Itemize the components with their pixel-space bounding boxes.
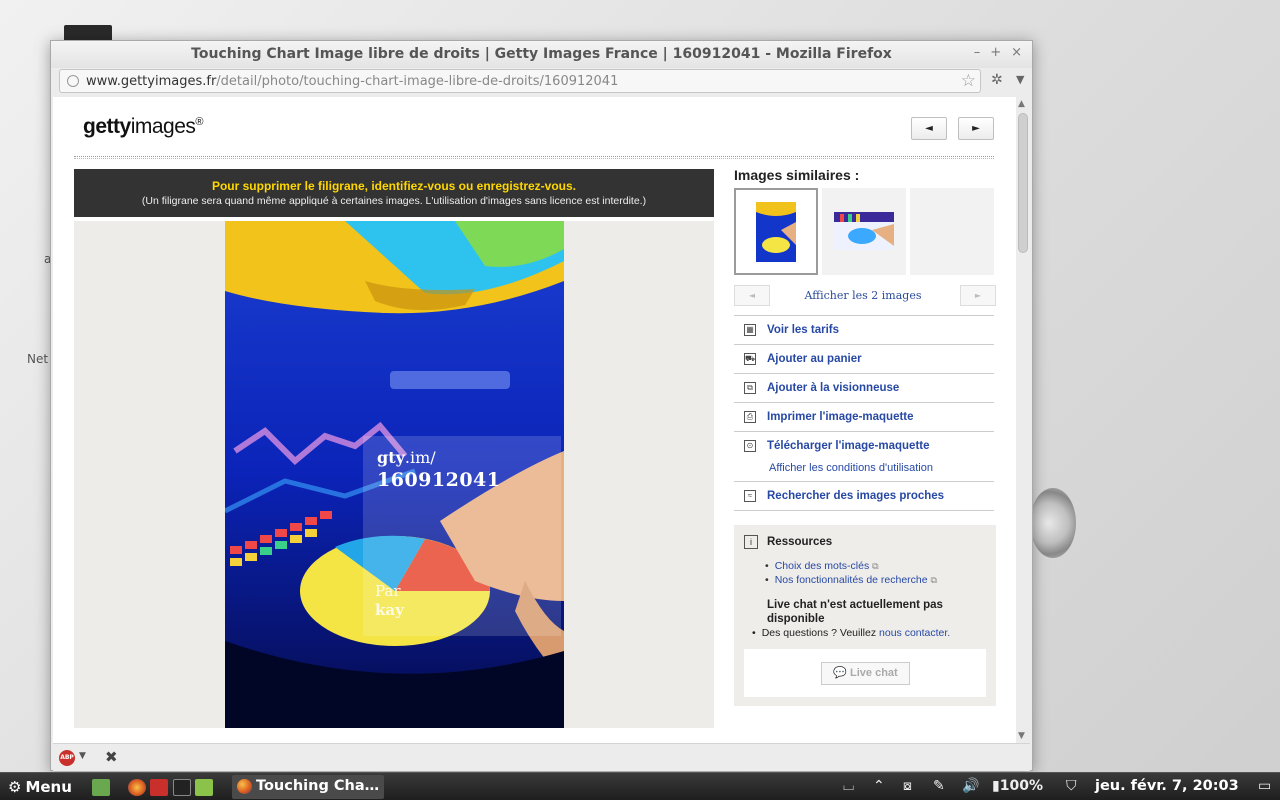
action-print-comp[interactable]: ⎙ Imprimer l'image-maquette bbox=[734, 402, 994, 431]
similar-next-button[interactable]: ► bbox=[960, 285, 996, 306]
external-link-icon: ⧉ bbox=[872, 561, 879, 571]
contact-us-link[interactable]: nous contacter. bbox=[879, 627, 950, 639]
watermark-overlay: gty.im/ 160912041 Par kay bbox=[363, 436, 561, 636]
window-controls: – + × bbox=[974, 45, 1022, 60]
clock[interactable]: jeu. févr. 7, 20:03 bbox=[1095, 778, 1239, 794]
main-photo: gty.im/ 160912041 Par kay bbox=[225, 221, 564, 728]
banner-note: (Un filigrane sera quand même appliqué à… bbox=[141, 195, 647, 207]
terms-of-use-link[interactable]: Afficher les conditions d'utilisation bbox=[769, 462, 933, 474]
workspace-icon[interactable]: ⌴ bbox=[843, 778, 854, 794]
watermark-url: gty.im/ 160912041 bbox=[377, 448, 501, 491]
addon-bar: ABP ▼ ✖ bbox=[53, 743, 1030, 771]
similar-thumbnail[interactable] bbox=[822, 188, 906, 275]
background-window-tab bbox=[64, 25, 112, 41]
close-addon-bar-icon[interactable]: ✖ bbox=[105, 748, 118, 766]
watermark-credit: Par kay bbox=[375, 582, 404, 619]
actions-divider bbox=[734, 510, 994, 511]
similar-images-title: Images similaires : bbox=[734, 167, 860, 183]
page-viewport: gettyimages® ◄ ► Pour supprimer le filig… bbox=[53, 97, 1016, 743]
similar-search-icon: ≈ bbox=[744, 490, 756, 502]
maximize-button[interactable]: + bbox=[990, 45, 1001, 60]
action-search-similar[interactable]: ≈ Rechercher des images proches bbox=[734, 481, 994, 510]
lightbox-icon: ⧉ bbox=[744, 382, 756, 394]
resources-title: Ressources bbox=[767, 536, 833, 548]
clipboard-icon[interactable]: ⧇ bbox=[903, 778, 912, 794]
calculator-icon: ▦ bbox=[744, 324, 756, 336]
desktop-icon-label-network[interactable]: Net bbox=[27, 352, 48, 366]
taskbar: ⚙ Menu Touching Cha… ⌴ ⌃ ⧇ ✎ 🔊 ▮100% ⛉ je… bbox=[0, 772, 1280, 800]
site-identity-icon[interactable] bbox=[67, 75, 79, 87]
battery-icon: ▮ bbox=[992, 778, 1000, 794]
url-domain: www.gettyimages.fr bbox=[86, 74, 217, 89]
vertical-scrollbar[interactable]: ▲ ▼ bbox=[1016, 97, 1030, 743]
image-actions: ▦ Voir les tarifs ⛟ Ajouter au panier ⧉ … bbox=[734, 315, 994, 511]
url-bar[interactable]: www.gettyimages.fr/detail/photo/touching… bbox=[59, 69, 981, 93]
url-path: /detail/photo/touching-chart-image-libre… bbox=[216, 74, 619, 89]
navigation-bar: www.gettyimages.fr/detail/photo/touching… bbox=[51, 68, 1032, 96]
minimize-button[interactable]: – bbox=[974, 45, 981, 60]
action-add-to-cart[interactable]: ⛟ Ajouter au panier bbox=[734, 344, 994, 373]
gettyimages-logo[interactable]: gettyimages® bbox=[83, 115, 203, 139]
file-manager-icon[interactable] bbox=[195, 779, 213, 796]
resources-box: i Ressources Choix des mots-clés ⧉ Nos f… bbox=[734, 525, 996, 706]
show-desktop-button[interactable]: ▭ bbox=[1258, 778, 1271, 794]
cart-icon: ⛟ bbox=[744, 353, 756, 365]
external-link-icon: ⧉ bbox=[930, 575, 937, 585]
terminal-icon[interactable] bbox=[173, 779, 191, 796]
action-download-comp[interactable]: ⊙ Télécharger l'image-maquette Afficher … bbox=[734, 431, 994, 481]
desktop-disc-icon[interactable] bbox=[1030, 488, 1076, 558]
resource-link-search-features[interactable]: Nos fonctionnalités de recherche ⧉ bbox=[767, 574, 937, 586]
resource-link-keywords[interactable]: Choix des mots-clés ⧉ bbox=[767, 560, 937, 572]
tray-expand-icon[interactable]: ⌃ bbox=[873, 778, 885, 794]
extension-icon[interactable]: ✲ bbox=[991, 72, 1003, 88]
network-icon[interactable]: ✎ bbox=[933, 778, 945, 794]
resources-links: Choix des mots-clés ⧉ Nos fonctionnalité… bbox=[767, 560, 937, 588]
similar-thumbnail[interactable] bbox=[734, 188, 818, 275]
menu-dropdown-icon[interactable]: ▼ bbox=[1016, 73, 1024, 86]
pdf-reader-icon[interactable] bbox=[150, 779, 168, 796]
page-divider bbox=[74, 156, 994, 159]
taskbar-task-firefox[interactable]: Touching Cha… bbox=[232, 775, 384, 799]
download-icon: ⊙ bbox=[744, 440, 756, 452]
show-all-similar-link[interactable]: Afficher les 2 images bbox=[773, 289, 953, 302]
adblock-dropdown-icon[interactable]: ▼ bbox=[79, 751, 86, 761]
contact-line: Des questions ? Veuillez nous contacter. bbox=[752, 627, 951, 639]
info-icon: i bbox=[744, 535, 758, 549]
firefox-icon bbox=[237, 779, 252, 794]
volume-icon[interactable]: 🔊 bbox=[962, 778, 979, 794]
gear-icon: ⚙ bbox=[8, 778, 22, 796]
action-view-prices[interactable]: ▦ Voir les tarifs bbox=[734, 315, 994, 344]
battery-indicator[interactable]: ▮100% bbox=[992, 778, 1043, 794]
start-menu-button[interactable]: ⚙ Menu bbox=[8, 778, 72, 796]
live-chat-button[interactable]: 💬 Live chat bbox=[821, 662, 910, 685]
watermark-banner: Pour supprimer le filigrane, identifiez-… bbox=[74, 169, 714, 217]
similar-prev-button[interactable]: ◄ bbox=[734, 285, 770, 306]
show-desktop-icon[interactable] bbox=[92, 779, 110, 796]
banner-signin-link[interactable]: Pour supprimer le filigrane, identifiez-… bbox=[74, 179, 714, 193]
print-icon: ⎙ bbox=[744, 411, 756, 423]
scroll-up-arrow[interactable]: ▲ bbox=[1018, 99, 1025, 109]
firefox-launcher-icon[interactable] bbox=[128, 779, 146, 796]
adblock-plus-icon[interactable]: ABP bbox=[59, 750, 75, 766]
window-title: Touching Chart Image libre de droits | G… bbox=[191, 46, 892, 62]
previous-image-button[interactable]: ◄ bbox=[911, 117, 947, 140]
close-button[interactable]: × bbox=[1011, 45, 1022, 60]
next-image-button[interactable]: ► bbox=[958, 117, 994, 140]
photo-area: gty.im/ 160912041 Par kay bbox=[74, 221, 714, 728]
firefox-window: Touching Chart Image libre de droits | G… bbox=[50, 40, 1033, 771]
similar-thumbnail-empty bbox=[910, 188, 994, 275]
scroll-thumb[interactable] bbox=[1018, 113, 1028, 253]
update-shield-icon[interactable]: ⛉ bbox=[1066, 778, 1077, 794]
scroll-down-arrow[interactable]: ▼ bbox=[1018, 731, 1025, 741]
action-add-to-lightbox[interactable]: ⧉ Ajouter à la visionneuse bbox=[734, 373, 994, 402]
chat-bubble-icon: 💬 bbox=[833, 667, 847, 679]
live-chat-panel: 💬 Live chat bbox=[744, 649, 986, 697]
bookmark-star-icon[interactable]: ☆ bbox=[961, 71, 976, 91]
window-titlebar[interactable]: Touching Chart Image libre de droits | G… bbox=[51, 41, 1032, 68]
live-chat-status: Live chat n'est actuellement pas disponi… bbox=[767, 599, 943, 625]
